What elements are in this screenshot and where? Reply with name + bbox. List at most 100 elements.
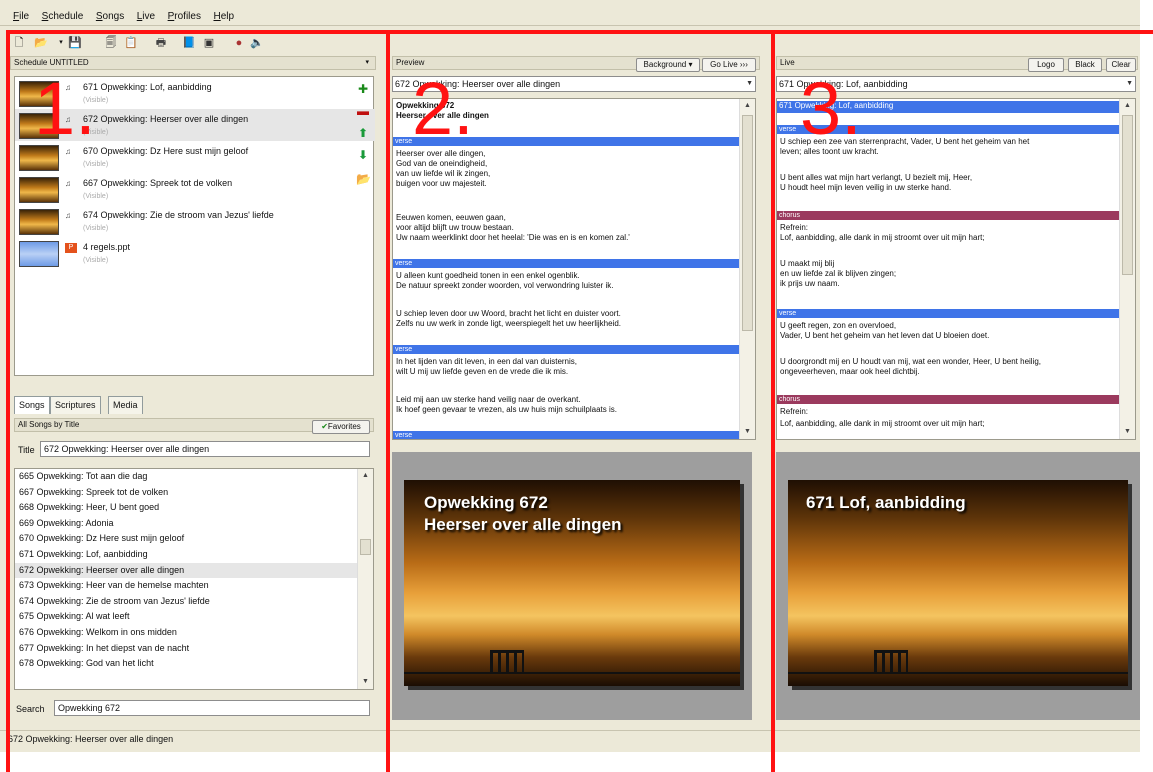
menu-file[interactable]: File xyxy=(13,8,29,26)
window-icon[interactable]: ▣ xyxy=(202,36,216,50)
menu-schedule[interactable]: Schedule xyxy=(42,8,84,26)
move-down-icon[interactable]: ⬇ xyxy=(356,148,370,162)
verse-band[interactable]: verse xyxy=(777,309,1121,318)
scroll-up-icon[interactable]: ▲ xyxy=(1120,99,1135,113)
go-live-button[interactable]: Go Live ››› xyxy=(702,58,756,72)
chorus-band[interactable]: chorus xyxy=(777,395,1121,404)
toolbar: 🗋 📂 ▾ 💾 🗐 📋 🖶 📘 ▣ ● 🔈 xyxy=(8,34,388,54)
scroll-down-icon[interactable]: ▼ xyxy=(358,675,373,689)
list-item[interactable]: 676 Opwekking: Welkom in ons midden xyxy=(15,625,373,641)
scroll-up-icon[interactable]: ▲ xyxy=(740,99,755,113)
menu-profiles[interactable]: Profiles xyxy=(168,8,201,26)
search-label: Search xyxy=(16,704,45,714)
tab-media[interactable]: Media xyxy=(108,396,143,414)
app-window: File Schedule Songs Live Profiles Help 🗋… xyxy=(0,0,1140,752)
copy-icon[interactable]: 🗐 xyxy=(104,36,118,50)
menu-songs[interactable]: Songs xyxy=(96,8,124,26)
jetty-silhouette xyxy=(874,650,908,674)
remove-icon[interactable]: ▬ xyxy=(356,104,370,118)
list-item[interactable]: 667 Opwekking: Spreek tot de volken xyxy=(15,485,373,501)
lyric-line: voor altijd blijft uw trouw bestaan. xyxy=(396,223,514,232)
lyric-line: Eeuwen komen, eeuwen gaan, xyxy=(396,213,506,222)
lyric-line: en uw liefde zal ik blijven zingen; xyxy=(780,269,897,278)
lyric-line: U bent alles wat mijn hart verlangt, U b… xyxy=(780,173,973,182)
list-item[interactable]: 675 Opwekking: Al wat leeft xyxy=(15,609,373,625)
verse-band[interactable]: verse xyxy=(393,345,739,354)
lyric-line: U houdt heel mijn leven veilig in uw ste… xyxy=(780,183,952,192)
list-item[interactable]: 674 Opwekking: Zie de stroom van Jezus' … xyxy=(15,594,373,610)
lyric-line: U alleen kunt goedheid tonen in een enke… xyxy=(396,271,580,280)
menu-live[interactable]: Live xyxy=(137,8,155,26)
book-icon[interactable]: 📘 xyxy=(182,36,196,50)
paste-icon[interactable]: 📋 xyxy=(124,36,138,50)
lyric-line: Uw naam weerklinkt door het heelal: 'Die… xyxy=(396,233,630,242)
scroll-thumb[interactable] xyxy=(360,539,371,555)
preview-lyrics-scrollbar[interactable]: ▲ ▼ xyxy=(739,99,755,439)
list-item[interactable]: 671 Opwekking: Lof, aanbidding xyxy=(15,547,373,563)
print-icon[interactable]: 🖶 xyxy=(154,36,168,50)
lyric-line: U schiep leven door uw Woord, bracht het… xyxy=(396,309,621,318)
new-icon[interactable]: 🗋 xyxy=(12,36,26,50)
jetty-silhouette xyxy=(490,650,524,674)
lyric-line: U maakt mij blij xyxy=(780,259,835,268)
lyric-line: Lof, aanbidding, alle dank in mij stroom… xyxy=(780,233,985,242)
open-dropdown-icon[interactable]: ▾ xyxy=(54,36,68,50)
list-item[interactable]: 669 Opwekking: Adonia xyxy=(15,516,373,532)
background-button[interactable]: Background ▾ xyxy=(636,58,700,72)
scroll-down-icon[interactable]: ▼ xyxy=(740,425,755,439)
lyric-line: Leid mij aan uw sterke hand veilig naar … xyxy=(396,395,581,404)
move-up-icon[interactable]: ⬆ xyxy=(356,126,370,140)
schedule-item[interactable]: ♫ 667 Opwekking: Spreek tot de volken (V… xyxy=(15,173,375,205)
menu-help[interactable]: Help xyxy=(213,8,234,26)
list-item[interactable]: 670 Opwekking: Dz Here sust mijn geloof xyxy=(15,531,373,547)
clear-button[interactable]: Clear xyxy=(1106,58,1136,72)
lyric-line: Lof, aanbidding, alle dank in mij stroom… xyxy=(780,419,985,428)
annotation-divider xyxy=(771,30,775,772)
song-list-scrollbar[interactable]: ▲ ▼ xyxy=(357,469,373,689)
black-button[interactable]: Black xyxy=(1068,58,1102,72)
title-field[interactable]: 672 Opwekking: Heerser over alle dingen xyxy=(40,441,370,457)
list-item[interactable]: 672 Opwekking: Heerser over alle dingen xyxy=(15,562,373,579)
open-icon[interactable]: 📂 xyxy=(34,36,48,50)
record-icon[interactable]: ● xyxy=(232,36,246,50)
annotation-label: 1. xyxy=(34,67,96,150)
song-icon: ♫ xyxy=(65,179,71,188)
preview-display-area: Opwekking 672 Heerser over alle dingen xyxy=(392,452,752,720)
list-item[interactable]: 668 Opwekking: Heer, U bent goed xyxy=(15,500,373,516)
schedule-item[interactable]: P 4 regels.ppt (Visible) xyxy=(15,237,375,269)
add-icon[interactable]: ✚ xyxy=(356,82,370,96)
chorus-band[interactable]: chorus xyxy=(777,211,1121,220)
chevron-down-icon: ▾ xyxy=(365,59,369,66)
schedule-item[interactable]: ♫ 674 Opwekking: Zie de stroom van Jezus… xyxy=(15,205,375,237)
lyric-line: Heerser over alle dingen, xyxy=(396,149,486,158)
tab-songs[interactable]: Songs xyxy=(14,396,50,414)
chevron-down-icon: ▼ xyxy=(746,80,753,87)
scroll-thumb[interactable] xyxy=(742,115,753,331)
slide-text-line: Heerser over alle dingen xyxy=(424,515,622,534)
annotation-label: 2. xyxy=(412,67,474,150)
list-item[interactable]: 673 Opwekking: Heer van de hemelse macht… xyxy=(15,578,373,594)
list-item[interactable]: 677 Opwekking: In het diepst van de nach… xyxy=(15,641,373,657)
scroll-thumb[interactable] xyxy=(1122,115,1133,275)
list-item[interactable]: 665 Opwekking: Tot aan die dag xyxy=(15,469,373,485)
open-folder-icon[interactable]: 📂 xyxy=(356,172,371,186)
verse-band[interactable]: verse xyxy=(393,431,739,439)
title-label: Title xyxy=(18,445,35,455)
search-input[interactable]: Opwekking 672 xyxy=(54,700,370,716)
logo-button[interactable]: Logo xyxy=(1028,58,1064,72)
verse-band[interactable]: verse xyxy=(393,259,739,268)
song-list[interactable]: 665 Opwekking: Tot aan die dag 667 Opwek… xyxy=(14,468,374,690)
save-icon[interactable]: 💾 xyxy=(68,36,82,50)
live-display-area: 671 Lof, aanbidding xyxy=(776,452,1140,720)
scroll-up-icon[interactable]: ▲ xyxy=(358,469,373,483)
song-list-sort: All Songs by Title xyxy=(18,420,80,429)
tab-scriptures[interactable]: Scriptures xyxy=(50,396,101,414)
speaker-icon[interactable]: 🔈 xyxy=(250,36,264,50)
live-lyrics-scrollbar[interactable]: ▲ ▼ xyxy=(1119,99,1135,439)
favorites-button[interactable]: ✔Favorites xyxy=(312,420,370,434)
list-item[interactable]: 678 Opwekking: God van het licht xyxy=(15,656,373,672)
schedule-title: Schedule UNTITLED xyxy=(14,58,89,67)
scroll-down-icon[interactable]: ▼ xyxy=(1120,425,1135,439)
lyric-line: God van de oneindigheid, xyxy=(396,159,488,168)
schedule-item-status: (Visible) xyxy=(83,161,109,168)
